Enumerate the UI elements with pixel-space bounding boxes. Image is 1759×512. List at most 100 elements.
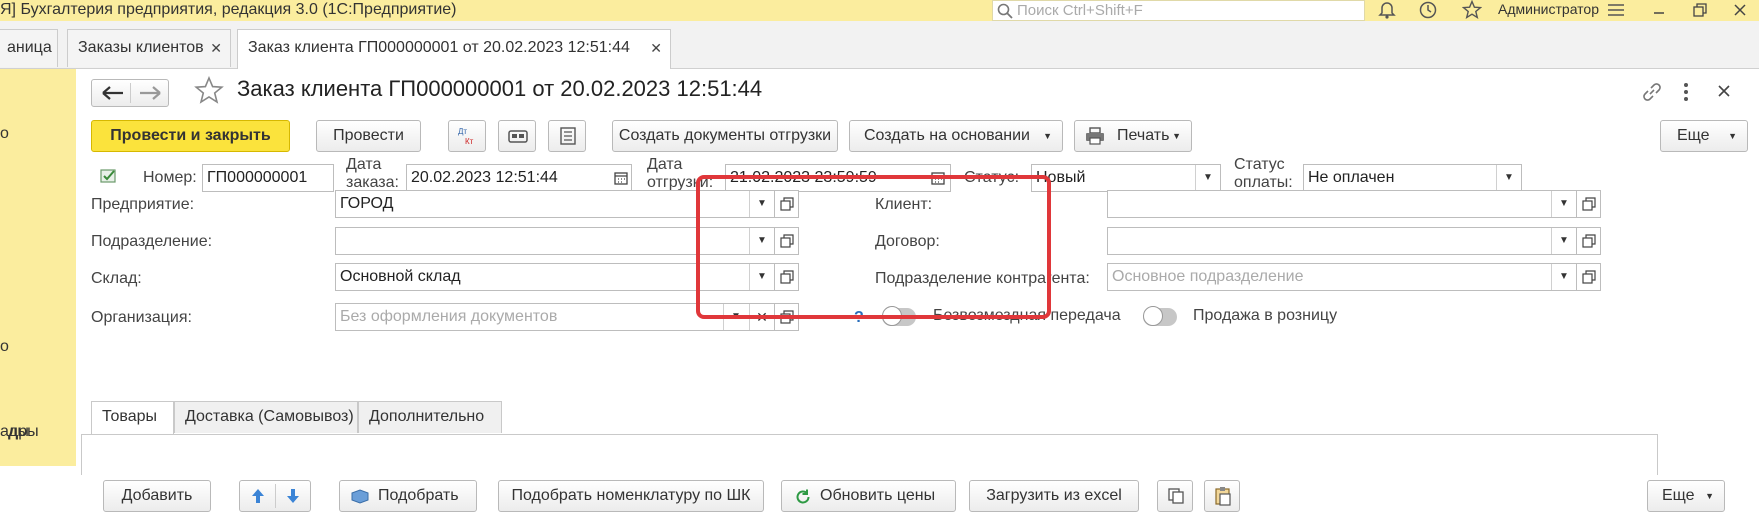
favorite-star-icon[interactable] (194, 76, 224, 106)
pick-label: Подобрать (378, 487, 459, 504)
order-form: Заказ клиента ГП000000001 от 20.02.2023 … (76, 69, 1759, 512)
tab-customer-order[interactable]: Заказ клиента ГП000000001 от 20.02.2023 … (237, 29, 671, 69)
table-more-label: Еще (1662, 487, 1695, 504)
number-label: Номер: (143, 169, 197, 186)
document-list-icon (560, 127, 576, 145)
open-item-icon (1582, 270, 1596, 284)
tab-additional[interactable]: Дополнительно (358, 401, 502, 433)
create-based-on-button[interactable]: Создать на основании ▼ (849, 120, 1063, 152)
cashier-button[interactable] (498, 120, 536, 152)
nav-buttons (91, 79, 169, 107)
star-icon[interactable] (1462, 0, 1482, 20)
dropdown-icon[interactable]: ▼ (1496, 165, 1521, 191)
pick-button[interactable]: Подобрать (339, 480, 477, 512)
payment-status-label: Статус (1234, 156, 1285, 173)
restore-icon[interactable] (1692, 1, 1708, 19)
cash-register-icon (508, 130, 528, 143)
close-window-icon[interactable] (1732, 1, 1748, 19)
more-button[interactable]: Еще ▼ (1660, 120, 1748, 152)
number-value: ГП000000001 (207, 169, 308, 186)
payment-status-value: Не оплачен (1308, 169, 1395, 186)
dt-kt-button[interactable]: Дт Кт (448, 120, 486, 152)
structure-button[interactable] (548, 120, 586, 152)
copy-icon (1168, 488, 1184, 504)
close-tab-icon[interactable]: ✕ (650, 30, 662, 66)
more-vertical-icon[interactable] (1680, 81, 1692, 103)
pick-by-barcode-button[interactable]: Подобрать номенклатуру по ШК (498, 480, 764, 512)
payment-status-select[interactable]: Не оплачен ▼ (1303, 164, 1522, 192)
move-buttons (239, 480, 311, 512)
client-field[interactable]: ▼ (1107, 190, 1577, 218)
dropdown-icon[interactable]: ▼ (1195, 165, 1220, 191)
debit-credit-icon: ДтКт (458, 127, 474, 146)
forward-arrow-icon[interactable] (138, 85, 162, 101)
section-item[interactable]: о (0, 338, 9, 356)
tab-label: Заказ клиента ГП000000001 от 20.02.2023 … (248, 39, 630, 56)
refresh-icon (796, 489, 810, 504)
warehouse-label: Склад: (91, 270, 142, 287)
warehouse-value: Основной склад (340, 268, 461, 285)
open-counterparty-division-button[interactable] (1577, 263, 1601, 291)
close-form-icon[interactable] (1716, 83, 1732, 99)
search-input[interactable]: Поиск Ctrl+Shift+F (992, 0, 1365, 21)
table-more-button[interactable]: Еще ▼ (1647, 480, 1725, 512)
dropdown-icon: ▼ (1172, 131, 1181, 141)
order-date-field[interactable]: 20.02.2023 12:51:44 (406, 164, 632, 192)
history-icon[interactable] (1418, 0, 1438, 20)
back-arrow-icon[interactable] (101, 85, 125, 101)
printer-icon (1086, 127, 1104, 145)
dropdown-icon[interactable]: ▼ (1551, 191, 1576, 217)
user-name[interactable]: Администратор (1498, 1, 1599, 17)
search-icon (997, 3, 1013, 19)
contract-field[interactable]: ▼ (1107, 227, 1577, 255)
status-select[interactable]: Новый ▼ (1031, 164, 1221, 192)
counterparty-division-field[interactable]: Основное подразделение ▼ (1107, 263, 1577, 291)
dropdown-icon: ▼ (1728, 131, 1737, 141)
section-item[interactable]: адры (0, 423, 39, 441)
section-item[interactable]: о (0, 125, 9, 143)
title-bar: Я] Бухгалтерия предприятия, редакция 3.0… (0, 0, 1759, 21)
tab-goods[interactable]: Товары (91, 401, 174, 435)
dropdown-icon[interactable]: ▼ (1551, 228, 1576, 254)
order-date-value: 20.02.2023 12:51:44 (411, 169, 558, 186)
retail-sale-toggle[interactable] (1143, 306, 1177, 326)
post-button[interactable]: Провести (316, 120, 421, 152)
link-icon[interactable] (1641, 81, 1663, 103)
pick-items-icon (351, 489, 369, 504)
tab-label: аница (7, 39, 52, 56)
svg-text:Дт: Дт (458, 127, 467, 136)
tab-delivery[interactable]: Доставка (Самовывоз) (174, 401, 358, 433)
add-row-button[interactable]: Добавить (103, 480, 211, 512)
more-label: Еще (1677, 127, 1710, 144)
close-tab-icon[interactable]: ✕ (210, 30, 222, 66)
copy-button[interactable] (1157, 480, 1193, 512)
post-and-close-button[interactable]: Провести и закрыть (91, 120, 290, 152)
menu-icon[interactable] (1606, 1, 1626, 19)
open-tabs-bar: аница Заказы клиентов ✕ Заказ клиента ГП… (0, 21, 1759, 69)
dropdown-icon[interactable]: ▼ (1551, 264, 1576, 290)
open-contract-button[interactable] (1577, 227, 1601, 255)
tab-home[interactable]: аница (0, 29, 58, 67)
app-title: Я] Бухгалтерия предприятия, редакция 3.0… (0, 1, 457, 18)
open-item-icon (1582, 197, 1596, 211)
open-client-button[interactable] (1577, 190, 1601, 218)
dropdown-icon: ▼ (1043, 131, 1052, 141)
minimize-icon[interactable] (1652, 1, 1666, 19)
dropdown-icon: ▼ (1705, 491, 1714, 501)
create-shipping-docs-button[interactable]: Создать документы отгрузки (612, 120, 838, 152)
move-down-icon[interactable] (285, 487, 301, 505)
ship-date-label: Дата (647, 156, 683, 173)
load-excel-button[interactable]: Загрузить из excel (969, 480, 1139, 512)
print-button[interactable]: Печать ▼ (1074, 120, 1192, 152)
move-up-icon[interactable] (250, 487, 266, 505)
highlight-box (696, 175, 1051, 319)
organization-placeholder: Без оформления документов (340, 308, 558, 325)
calendar-icon[interactable] (613, 170, 629, 186)
counterparty-division-placeholder: Основное подразделение (1112, 268, 1304, 285)
bell-icon[interactable] (1378, 0, 1396, 19)
tab-customer-orders[interactable]: Заказы клиентов ✕ (67, 29, 231, 67)
update-prices-button[interactable]: Обновить цены (781, 480, 956, 512)
number-field[interactable]: ГП000000001 (202, 164, 334, 192)
paste-button[interactable] (1204, 480, 1240, 512)
organization-label: Организация: (91, 309, 192, 326)
